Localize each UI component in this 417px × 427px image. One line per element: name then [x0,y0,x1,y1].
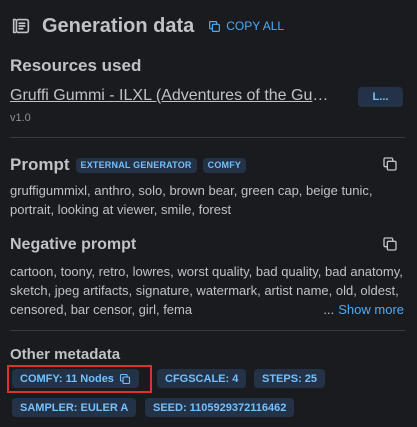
highlight-box [7,365,152,393]
resource-link[interactable]: Gruffi Gummi - ILXL (Adventures of the G… [10,87,335,105]
prompt-tag-comfy: COMFY [202,157,247,173]
prompt-title: Prompt [10,155,70,174]
prompt-header: Prompt EXTERNAL GENERATOR COMFY [10,155,247,175]
info-panel-icon [12,18,30,34]
sampler-badge: SAMPLER: EULER A [12,398,137,417]
show-more-row: ... Show more [301,300,404,319]
prompt-tag-external-generator: EXTERNAL GENERATOR [75,157,197,173]
copy-prompt-icon[interactable] [382,156,398,172]
panel-header: Generation data COPY ALL [10,12,284,40]
seed-badge: SEED: 1105929372116462 [145,398,295,417]
show-more-link[interactable]: Show more [338,302,404,317]
copy-all-button[interactable]: COPY ALL [208,19,284,33]
truncation-ellipsis: ... [323,302,335,317]
page-title: Generation data [42,14,195,37]
resources-title: Resources used [10,56,142,75]
divider [10,330,405,331]
copy-all-label: COPY ALL [226,19,285,33]
prompt-text: gruffigummixl, anthro, solo, brown bear,… [10,183,373,217]
resource-type-badge: L... [358,87,403,107]
copy-negative-prompt-icon[interactable] [382,236,398,252]
resource-version: v1.0 [10,112,31,124]
other-metadata-title: Other metadata [10,346,121,363]
copy-icon [209,20,221,32]
steps-badge: STEPS: 25 [254,369,326,388]
divider [10,137,405,138]
negative-prompt-title: Negative prompt [10,236,137,253]
cfgscale-badge: CFGSCALE: 4 [157,369,247,388]
